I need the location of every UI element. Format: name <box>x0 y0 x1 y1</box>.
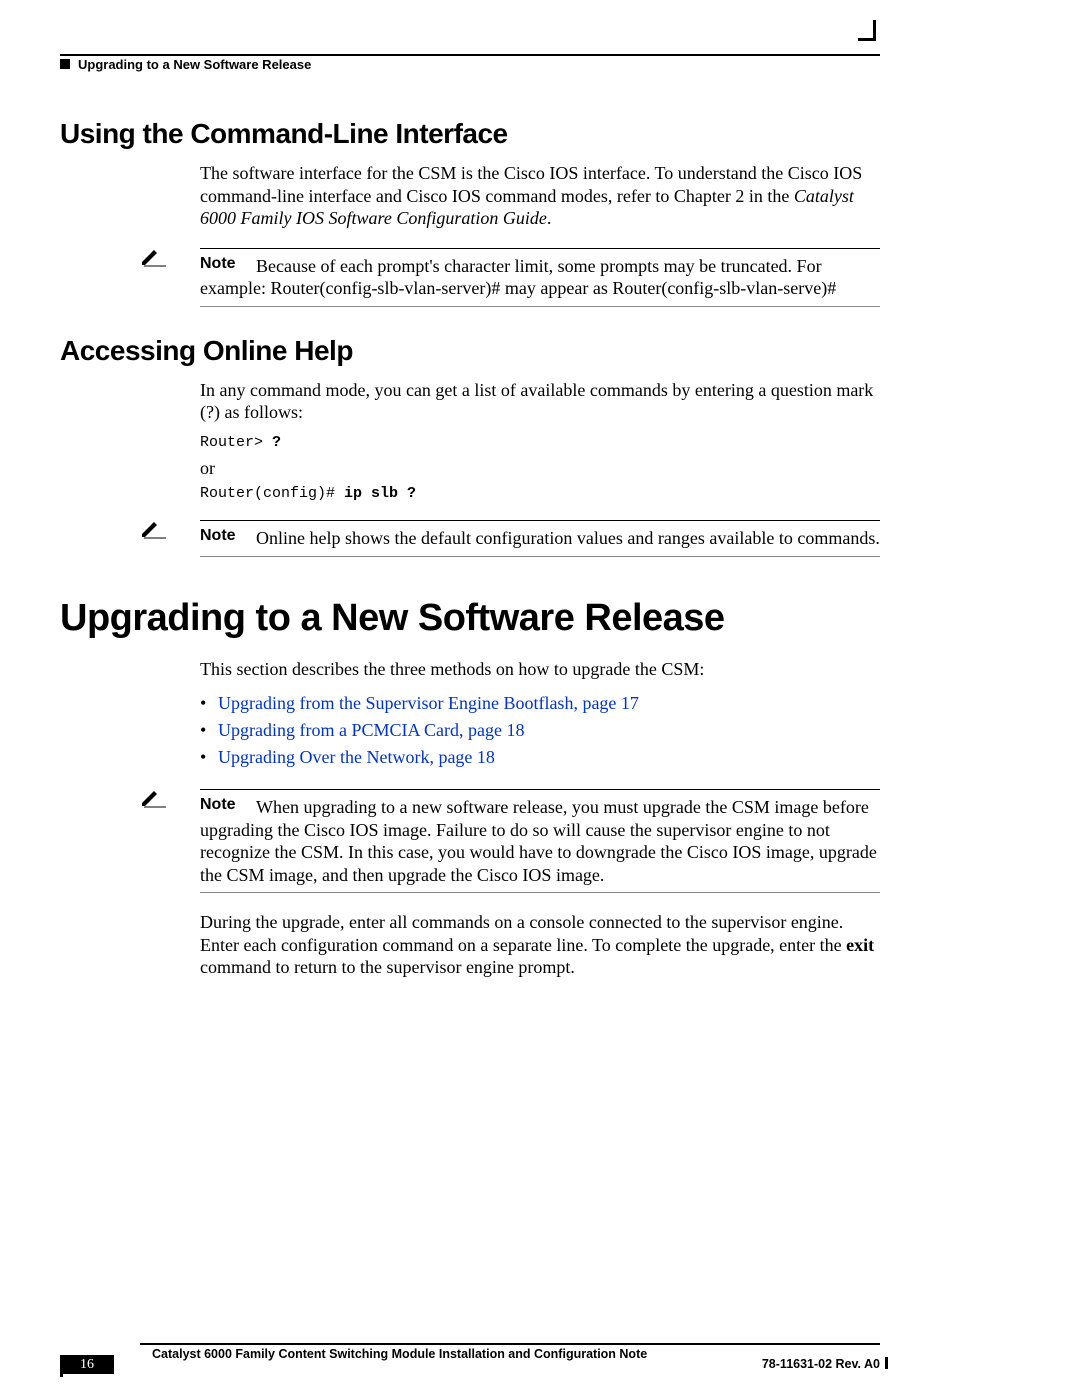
note-text: When upgrading to a new software release… <box>200 797 877 885</box>
code-example-2: Router(config)# ip slb ? <box>200 485 880 502</box>
note-block: Note When upgrading to a new software re… <box>140 789 880 893</box>
code-prompt: Router> <box>200 434 272 451</box>
header-square-icon <box>60 59 70 69</box>
code-bold: ip slb ? <box>344 485 416 502</box>
note-block: Note Online help shows the default confi… <box>140 520 880 557</box>
or-text: or <box>200 457 880 480</box>
list-item: Upgrading from the Supervisor Engine Boo… <box>200 690 880 717</box>
note-pencil-icon <box>140 248 168 273</box>
text: During the upgrade, enter all commands o… <box>200 912 846 955</box>
running-header-text: Upgrading to a New Software Release <box>78 57 311 72</box>
crop-mark <box>60 1359 63 1377</box>
upgrade-methods-list: Upgrading from the Supervisor Engine Boo… <box>200 690 880 771</box>
note-text: Because of each prompt's character limit… <box>200 256 836 299</box>
running-header: Upgrading to a New Software Release <box>60 54 880 74</box>
section-heading-help: Accessing Online Help <box>60 335 880 367</box>
crop-mark <box>873 20 876 38</box>
exit-command-bold: exit <box>846 935 874 955</box>
section1-paragraph: The software interface for the CSM is th… <box>200 162 880 230</box>
footer-bar-icon <box>885 1357 888 1369</box>
link-over-network[interactable]: Upgrading Over the Network, page 18 <box>218 747 495 767</box>
note-pencil-icon <box>140 520 168 545</box>
link-supervisor-bootflash[interactable]: Upgrading from the Supervisor Engine Boo… <box>218 693 639 713</box>
chapter-intro: This section describes the three methods… <box>200 658 880 681</box>
text: command to return to the supervisor engi… <box>200 957 575 977</box>
note-block: Note Because of each prompt's character … <box>140 248 880 307</box>
link-pcmcia-card[interactable]: Upgrading from a PCMCIA Card, page 18 <box>218 720 524 740</box>
note-pencil-icon <box>140 789 168 814</box>
text: . <box>547 208 552 228</box>
upgrade-instructions-paragraph: During the upgrade, enter all commands o… <box>200 911 880 979</box>
section2-paragraph: In any command mode, you can get a list … <box>200 379 880 424</box>
code-bold: ? <box>272 434 281 451</box>
page-footer: Catalyst 6000 Family Content Switching M… <box>60 1343 880 1361</box>
chapter-heading: Upgrading to a New Software Release <box>60 597 880 640</box>
code-prompt: Router(config)# <box>200 485 344 502</box>
note-label: Note <box>200 255 252 273</box>
note-label: Note <box>200 527 252 545</box>
footer-doc-number: 78-11631-02 Rev. A0 <box>762 1357 880 1371</box>
section-heading-cli: Using the Command-Line Interface <box>60 118 880 150</box>
note-text: Online help shows the default configurat… <box>256 528 880 548</box>
page-number: 16 <box>60 1355 114 1374</box>
code-example-1: Router> ? <box>200 434 880 451</box>
list-item: Upgrading Over the Network, page 18 <box>200 744 880 771</box>
text: The software interface for the CSM is th… <box>200 163 862 206</box>
list-item: Upgrading from a PCMCIA Card, page 18 <box>200 717 880 744</box>
crop-mark <box>858 38 876 41</box>
note-label: Note <box>200 796 252 814</box>
